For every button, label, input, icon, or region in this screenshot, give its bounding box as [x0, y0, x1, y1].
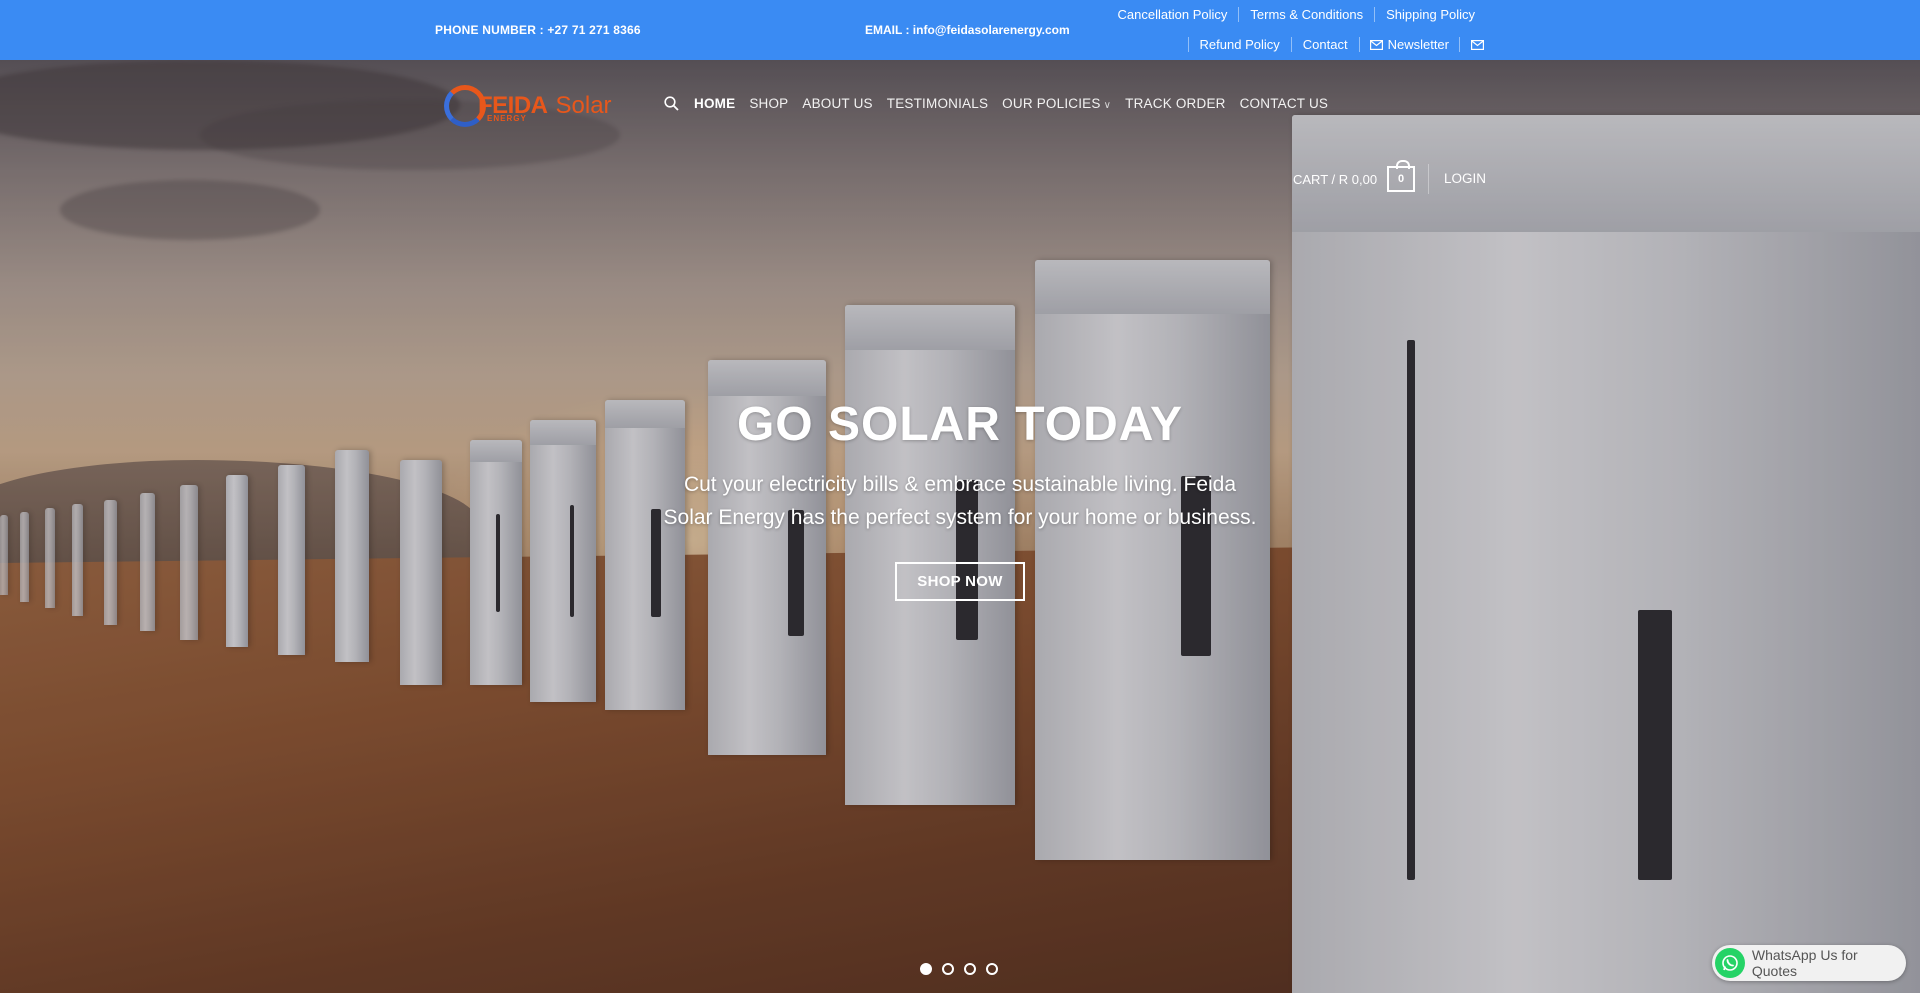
nav-our-policies-label: OUR POLICIES: [1002, 96, 1101, 111]
nav-about-us[interactable]: ABOUT US: [802, 96, 872, 111]
nav-testimonials[interactable]: TESTIMONIALS: [887, 96, 988, 111]
terms-conditions-link[interactable]: Terms & Conditions: [1239, 7, 1376, 22]
logo-solar: Solar: [555, 92, 612, 119]
header-divider: [1428, 164, 1429, 194]
mail-icon[interactable]: [1471, 39, 1484, 50]
nav-home[interactable]: HOME: [694, 96, 735, 111]
top-links-row-2: Refund Policy Contact Newsletter: [1187, 37, 1484, 52]
hero-headline: GO SOLAR TODAY: [736, 398, 1184, 451]
cancellation-policy-link[interactable]: Cancellation Policy: [1107, 7, 1240, 22]
cart-button[interactable]: CART / R 0,00 0: [1293, 160, 1416, 192]
hero-subline: Cut your electricity bills & embrace sus…: [663, 473, 1257, 529]
whatsapp-label: WhatsApp Us for Quotes: [1751, 947, 1858, 979]
cart-label: CART / R 0,00: [1293, 171, 1378, 187]
whatsapp-button[interactable]: WhatsApp Us for Quotes: [1712, 945, 1906, 981]
newsletter-label: Newsletter: [1387, 37, 1449, 52]
logo-ring-icon: [444, 85, 486, 127]
refund-policy-link[interactable]: Refund Policy: [1189, 37, 1292, 52]
phone-number: PHONE NUMBER : +27 71 271 8366: [435, 23, 641, 37]
shipping-policy-link[interactable]: Shipping Policy: [1375, 7, 1475, 22]
search-icon[interactable]: [664, 96, 679, 111]
chevron-down-icon: ∨: [1103, 100, 1112, 111]
slider-dots: [920, 963, 998, 975]
email-address: EMAIL : info@feidasolarenergy.com: [865, 23, 1070, 37]
whatsapp-icon: [1715, 948, 1745, 978]
contact-link[interactable]: Contact: [1292, 37, 1360, 52]
slide-dot-2[interactable]: [942, 963, 954, 975]
nav-shop[interactable]: SHOP: [749, 96, 788, 111]
shop-now-button[interactable]: SHOP NOW: [895, 562, 1025, 601]
envelope-icon: [1369, 39, 1383, 50]
top-links-row-1: Cancellation Policy Terms & Conditions S…: [1107, 7, 1475, 22]
newsletter-link[interactable]: Newsletter: [1360, 37, 1460, 52]
nav-our-policies[interactable]: OUR POLICIES ∨: [1002, 96, 1111, 111]
slide-dot-1[interactable]: [920, 963, 932, 975]
logo-energy: ENERGY: [487, 114, 527, 123]
nav-contact-us[interactable]: CONTACT US: [1240, 96, 1329, 111]
slide-dot-3[interactable]: [964, 963, 976, 975]
login-link[interactable]: LOGIN: [1444, 171, 1486, 186]
slide-dot-4[interactable]: [986, 963, 998, 975]
nav-track-order[interactable]: TRACK ORDER: [1125, 96, 1225, 111]
top-bar: PHONE NUMBER : +27 71 271 8366 EMAIL : i…: [0, 0, 1920, 60]
main-nav: HOME SHOP ABOUT US TESTIMONIALS OUR POLI…: [664, 96, 1342, 111]
site-logo[interactable]: FEIDA Solar ENERGY: [444, 82, 624, 130]
cart-count-badge: 0: [1387, 160, 1416, 192]
